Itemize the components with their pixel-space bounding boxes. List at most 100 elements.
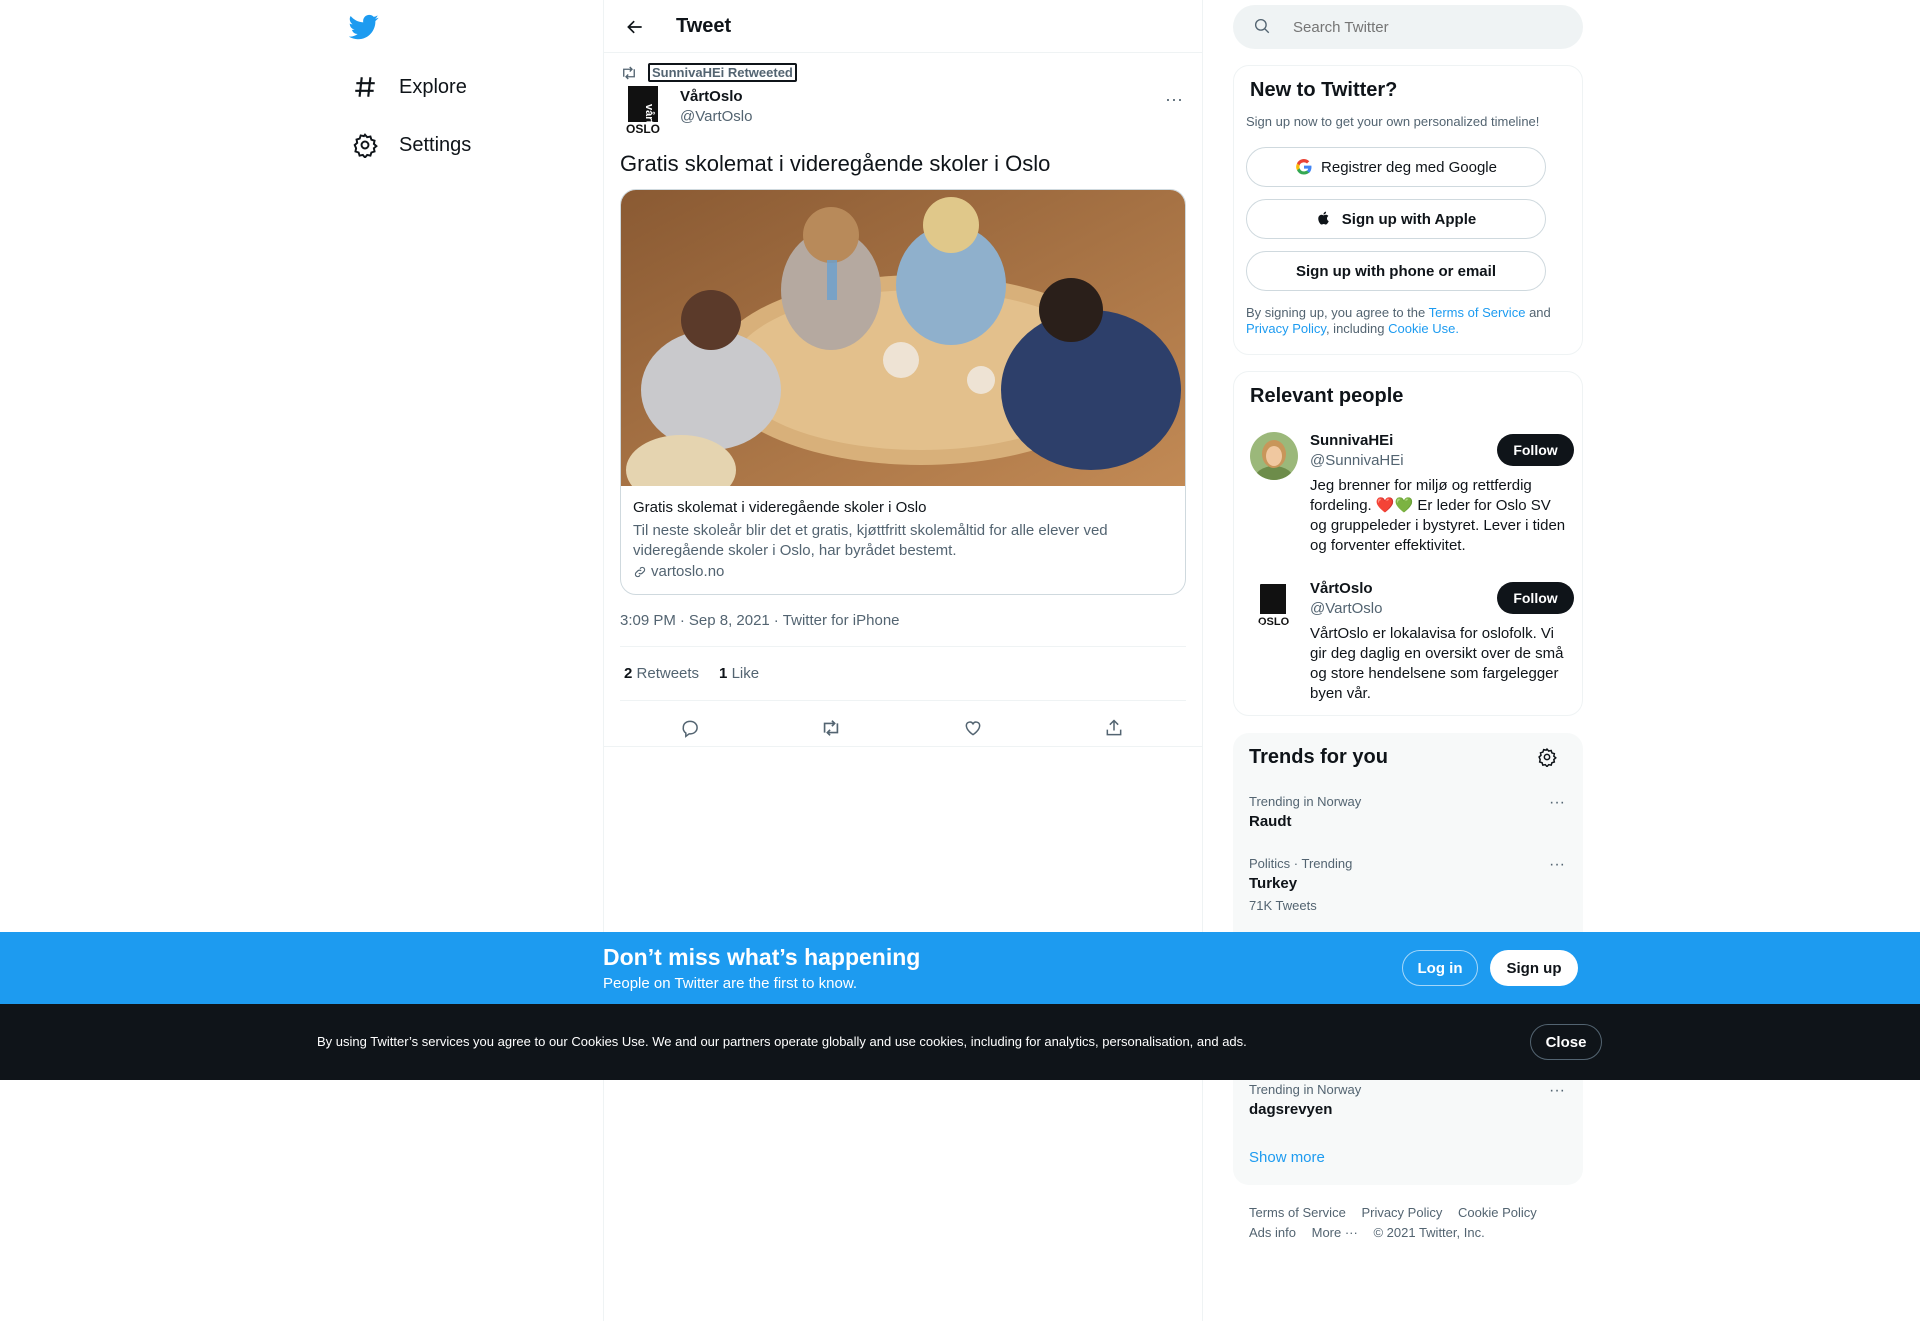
follow-button[interactable]: Follow: [1497, 434, 1574, 466]
cookie-banner: By using Twitter’s services you agree to…: [0, 1004, 1920, 1080]
people-title: Relevant people: [1250, 385, 1404, 407]
trend-context: Politics · Trending: [1249, 856, 1353, 871]
nav-label-explore: Explore: [399, 75, 467, 98]
tweet-actions: [620, 710, 1186, 746]
apple-signup-button[interactable]: Sign up with Apple: [1246, 199, 1546, 239]
hashtag-icon: [349, 71, 381, 103]
person-name[interactable]: SunnivaHEi: [1310, 432, 1393, 449]
terms-of-service-link[interactable]: Terms of Service: [1429, 305, 1526, 320]
back-arrow-icon[interactable]: [620, 12, 650, 42]
retweet-small-icon: [620, 64, 638, 82]
retweets-label: Retweets: [636, 665, 700, 682]
cookie-text: By using Twitter’s services you agree to…: [317, 1034, 1247, 1049]
show-more-link[interactable]: Show more: [1249, 1149, 1325, 1166]
twitter-logo-icon[interactable]: [348, 12, 383, 46]
nav-label-settings: Settings: [399, 133, 472, 156]
likes-count: 1: [719, 665, 728, 682]
trend-name: Turkey: [1249, 875, 1298, 892]
apple-icon: [1316, 210, 1334, 228]
follow-button[interactable]: Follow: [1497, 582, 1574, 614]
retweeted-by-link[interactable]: SunnivaHEi Retweeted: [648, 63, 797, 82]
footer-links: Terms of Service Privacy Policy Cookie P…: [1249, 1203, 1579, 1243]
trends-settings-gear-icon[interactable]: [1537, 747, 1559, 769]
person-handle[interactable]: @SunnivaHEi: [1310, 452, 1404, 469]
person-bio: Jeg brenner for miljø og rettferdig ford…: [1310, 477, 1566, 554]
footer-link[interactable]: Cookie Policy: [1458, 1203, 1537, 1223]
footer-link[interactable]: More ···: [1312, 1223, 1358, 1243]
svg-text:OSLO: OSLO: [1258, 616, 1290, 628]
nav-item-explore[interactable]: Explore: [349, 62, 467, 112]
tweet-text: Gratis skolemat i videregående skoler i …: [620, 151, 1051, 176]
nav-item-settings[interactable]: Settings: [349, 120, 471, 170]
trend-context: Trending in Norway: [1249, 1082, 1362, 1097]
gear-icon: [349, 129, 381, 161]
tweet-stats: 2 Retweets 1 Like: [624, 665, 759, 682]
cookie-use-link[interactable]: Cookie Use.: [1388, 321, 1459, 336]
relevant-people-panel: Relevant people SunnivaHEi @SunnivaHEi J…: [1233, 371, 1583, 716]
author-avatar[interactable]: vårt OSLO: [624, 86, 664, 136]
trend-item[interactable]: Trending in Norway dagsrevyen ···: [1249, 1082, 1569, 1118]
search-input[interactable]: [1293, 18, 1553, 36]
copyright: © 2021 Twitter, Inc.: [1373, 1225, 1485, 1240]
trend-item[interactable]: Trending in Norway Raudt ···: [1249, 794, 1569, 830]
footer-link[interactable]: Ads info: [1249, 1223, 1296, 1243]
likes-stat[interactable]: 1 Like: [719, 665, 759, 682]
terms-prefix: By signing up, you agree to the: [1246, 305, 1426, 320]
footer-link[interactable]: Privacy Policy: [1361, 1203, 1442, 1223]
trend-more-icon[interactable]: ···: [1545, 1082, 1569, 1100]
trend-item[interactable]: Politics · Trending Turkey 71K Tweets ··…: [1249, 856, 1569, 913]
link-card[interactable]: Gratis skolemat i videregående skoler i …: [620, 189, 1186, 595]
retweets-stat[interactable]: 2 Retweets: [624, 665, 699, 682]
signup-button[interactable]: Sign up: [1490, 950, 1578, 986]
person-avatar[interactable]: [1250, 432, 1298, 480]
page-title: Tweet: [676, 15, 732, 37]
tweet-source[interactable]: Twitter for iPhone: [783, 612, 900, 629]
person-name[interactable]: VårtOslo: [1310, 580, 1373, 597]
more-options-icon[interactable]: ···: [1162, 87, 1186, 111]
author-handle[interactable]: @VartOslo: [680, 108, 752, 125]
signup-panel: New to Twitter? Sign up now to get your …: [1233, 65, 1583, 355]
author-name[interactable]: VårtOslo: [680, 88, 743, 105]
trend-more-icon[interactable]: ···: [1545, 856, 1569, 874]
retweet-icon[interactable]: [813, 710, 849, 746]
like-heart-icon[interactable]: [955, 710, 991, 746]
google-signup-label: Registrer deg med Google: [1321, 158, 1497, 176]
signup-subtitle: Sign up now to get your own personalized…: [1246, 114, 1540, 129]
card-title: Gratis skolemat i videregående skoler i …: [633, 499, 927, 516]
link-icon: [633, 565, 647, 579]
tweet-date[interactable]: Sep 8, 2021: [689, 612, 770, 629]
retweets-count: 2: [624, 665, 633, 682]
share-icon[interactable]: [1096, 710, 1132, 746]
person-avatar[interactable]: OSLO: [1250, 580, 1298, 628]
search-icon: [1253, 17, 1273, 37]
google-signup-button[interactable]: Registrer deg med Google: [1246, 147, 1546, 187]
privacy-policy-link[interactable]: Privacy Policy: [1246, 321, 1326, 336]
apple-signup-label: Sign up with Apple: [1341, 210, 1477, 228]
signup-terms: By signing up, you agree to the Terms of…: [1246, 305, 1566, 337]
terms-and: and: [1529, 305, 1551, 320]
tweet-meta: 3:09 PM · Sep 8, 2021 · Twitter for iPho…: [620, 612, 900, 629]
trend-context: Trending in Norway: [1249, 794, 1362, 809]
reply-icon[interactable]: [672, 710, 708, 746]
svg-text:OSLO: OSLO: [626, 122, 660, 134]
login-prompt-bar: Don’t miss what’s happening People on Tw…: [0, 932, 1920, 1004]
person-bio: VårtOslo er lokalavisa for oslofolk. Vi …: [1310, 625, 1564, 702]
search-bar[interactable]: [1233, 5, 1583, 49]
tweet-column: Tweet SunnivaHEi Retweeted vårt OSLO Vår…: [603, 0, 1203, 1321]
email-signup-button[interactable]: Sign up with phone or email: [1246, 251, 1546, 291]
footer-link[interactable]: Terms of Service: [1249, 1203, 1346, 1223]
person-handle[interactable]: @VartOslo: [1310, 600, 1382, 617]
trend-more-icon[interactable]: ···: [1545, 794, 1569, 812]
card-domain-text: vartoslo.no: [651, 563, 725, 580]
tweet-time[interactable]: 3:09 PM: [620, 612, 676, 629]
retweet-context: SunnivaHEi Retweeted: [620, 63, 797, 82]
trend-name: dagsrevyen: [1249, 1101, 1333, 1118]
close-cookie-button[interactable]: Close: [1530, 1024, 1602, 1060]
login-button[interactable]: Log in: [1402, 950, 1478, 986]
card-description: Til neste skoleår blir det et gratis, kj…: [633, 522, 1108, 559]
terms-including: , including: [1325, 321, 1385, 336]
trend-count: 71K Tweets: [1249, 898, 1317, 913]
tweet-header: Tweet: [604, 0, 1202, 53]
google-icon: [1295, 158, 1313, 176]
trend-name: Raudt: [1249, 813, 1292, 830]
